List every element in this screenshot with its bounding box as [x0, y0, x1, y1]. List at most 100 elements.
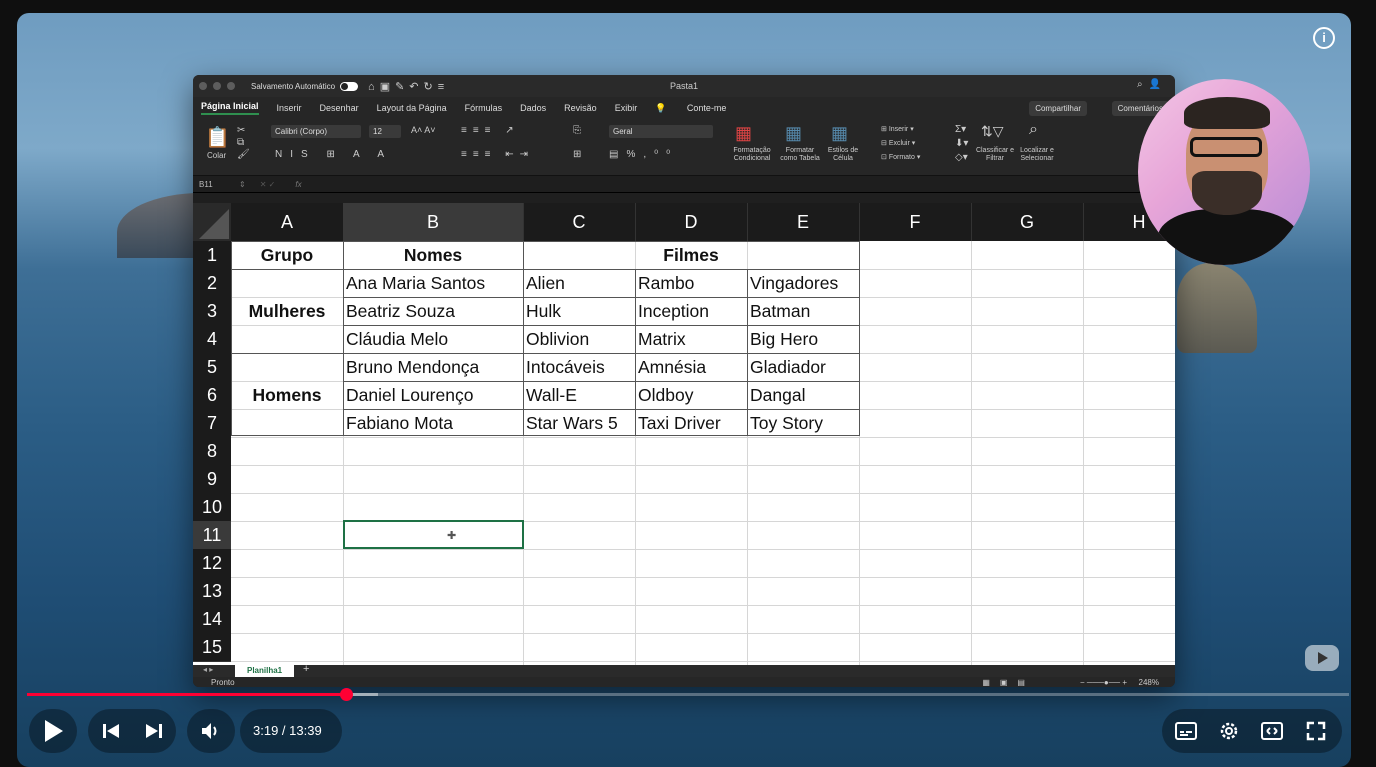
cell-c7[interactable]: Star Wars 5: [523, 409, 635, 437]
namebox-stepper-icon[interactable]: ⇕: [239, 180, 246, 189]
column-header-b[interactable]: B: [343, 203, 524, 241]
autosave-toggle[interactable]: [340, 81, 359, 91]
wrap-icon[interactable]: ⎘: [573, 125, 581, 136]
miniplayer-icon[interactable]: [1256, 709, 1288, 753]
video-frame[interactable]: i Salvamento Automático ⌂▣✎↶↻≡ Pasta1 ⌕👤…: [17, 13, 1351, 767]
cell-d6[interactable]: Oldboy: [635, 381, 747, 409]
row-header-9[interactable]: 9: [193, 465, 231, 494]
tab-inserir[interactable]: Inserir: [277, 103, 302, 113]
cell-c2[interactable]: Alien: [523, 269, 635, 297]
fx-icon[interactable]: fx: [295, 180, 301, 189]
cell-d2[interactable]: Rambo: [635, 269, 747, 297]
find-icon[interactable]: ⌕: [1029, 121, 1038, 139]
cell-e5[interactable]: Gladiador: [747, 353, 859, 381]
cell-a2-merged[interactable]: Mulheres: [231, 297, 343, 325]
row-header-12[interactable]: 12: [193, 549, 231, 578]
tab-desenhar[interactable]: Desenhar: [320, 103, 359, 113]
font-family-select[interactable]: Calibri (Corpo): [271, 125, 361, 138]
cell-c1-merged[interactable]: Filmes: [523, 241, 859, 269]
clipboard-tools-icon[interactable]: ✂ ⧉ 🖌: [237, 125, 250, 161]
conditional-format-icon[interactable]: ▦: [735, 123, 752, 144]
selected-cell-b11[interactable]: [343, 520, 524, 549]
cells-group[interactable]: ⊞ Inserir ▾ ⊟ Excluir ▾ ⊡ Formato ▾: [881, 123, 920, 165]
add-sheet-button[interactable]: +: [303, 663, 309, 675]
delete-cells-button[interactable]: ⊟ Excluir ▾: [881, 137, 920, 151]
row-header-10[interactable]: 10: [193, 493, 231, 522]
progress-bar[interactable]: [27, 688, 1349, 701]
tab-conte-me[interactable]: 💡 Conte-me: [655, 103, 744, 114]
search-icon[interactable]: ⌕👤: [1137, 79, 1167, 90]
font-style-icons[interactable]: NIS ⊞ A A: [275, 149, 392, 160]
indent-icons[interactable]: ≡≡≡ ⇤⇥: [461, 149, 534, 160]
next-icon[interactable]: [139, 709, 169, 753]
sheet-nav-icons[interactable]: ◂ ▸: [203, 665, 213, 674]
cell-a1[interactable]: Grupo: [231, 241, 343, 269]
row-header-13[interactable]: 13: [193, 577, 231, 606]
row-header-2[interactable]: 2: [193, 269, 231, 298]
merge-icon[interactable]: ⊞: [573, 149, 581, 160]
cell-e3[interactable]: Batman: [747, 297, 859, 325]
cell-b1[interactable]: Nomes: [343, 241, 523, 269]
settings-icon[interactable]: [1213, 709, 1245, 753]
row-header-8[interactable]: 8: [193, 437, 231, 466]
zoom-slider[interactable]: − ───●── +: [1080, 677, 1127, 687]
autosum-icon[interactable]: Σ▾ ⬇▾ ◇▾: [955, 123, 968, 165]
previous-icon[interactable]: [96, 709, 126, 753]
column-header-d[interactable]: D: [635, 203, 748, 241]
tab-revisao[interactable]: Revisão: [564, 103, 597, 113]
play-icon[interactable]: [29, 709, 77, 753]
format-table-icon[interactable]: ▦: [785, 123, 802, 144]
cell-b2[interactable]: Ana Maria Santos: [343, 269, 523, 297]
font-size-icons[interactable]: A˄ A˅: [411, 125, 436, 135]
subtitles-icon[interactable]: [1170, 709, 1202, 753]
select-all-corner[interactable]: [193, 203, 231, 241]
window-close-button[interactable]: [199, 82, 207, 90]
cell-e7[interactable]: Toy Story: [747, 409, 859, 437]
cell-d5[interactable]: Amnésia: [635, 353, 747, 381]
cell-d3[interactable]: Inception: [635, 297, 747, 325]
align-icons[interactable]: ≡≡≡ ↗: [461, 125, 520, 136]
cell-e4[interactable]: Big Hero: [747, 325, 859, 353]
tab-formulas[interactable]: Fórmulas: [465, 103, 503, 113]
cell-c6[interactable]: Wall-E: [523, 381, 635, 409]
tab-dados[interactable]: Dados: [520, 103, 546, 113]
tab-pagina-inicial[interactable]: Página Inicial: [201, 101, 259, 115]
row-header-11[interactable]: 11: [193, 521, 231, 550]
cell-e6[interactable]: Dangal: [747, 381, 859, 409]
fullscreen-icon[interactable]: [1300, 709, 1332, 753]
row-header-5[interactable]: 5: [193, 353, 231, 382]
name-box[interactable]: B11: [193, 180, 239, 189]
row-header-7[interactable]: 7: [193, 409, 231, 438]
window-minimize-button[interactable]: [213, 82, 221, 90]
tab-layout[interactable]: Layout da Página: [377, 103, 447, 113]
view-mode-icons[interactable]: ▦▣▤: [982, 677, 1035, 687]
column-header-a[interactable]: A: [231, 203, 344, 241]
share-button[interactable]: Compartilhar: [1029, 101, 1087, 116]
column-header-f[interactable]: F: [859, 203, 972, 241]
cell-c5[interactable]: Intocáveis: [523, 353, 635, 381]
cell-styles-icon[interactable]: ▦: [831, 123, 848, 144]
cell-d4[interactable]: Matrix: [635, 325, 747, 353]
sort-filter-icon[interactable]: ⇅▽: [981, 123, 1004, 140]
cell-a5-merged[interactable]: Homens: [231, 381, 343, 409]
quick-access-icons[interactable]: ⌂▣✎↶↻≡: [368, 80, 449, 93]
cell-c4[interactable]: Oblivion: [523, 325, 635, 353]
column-header-g[interactable]: G: [971, 203, 1084, 241]
sheet-tab-planilha1[interactable]: Planilha1: [235, 665, 295, 677]
cell-c3[interactable]: Hulk: [523, 297, 635, 325]
insert-cells-button[interactable]: ⊞ Inserir ▾: [881, 123, 920, 137]
volume-icon[interactable]: [187, 709, 235, 753]
row-header-4[interactable]: 4: [193, 325, 231, 354]
number-format-icons[interactable]: ▤%,⁰⁰: [609, 149, 678, 160]
row-header-3[interactable]: 3: [193, 297, 231, 326]
cell-b4[interactable]: Cláudia Melo: [343, 325, 523, 353]
row-header-14[interactable]: 14: [193, 605, 231, 634]
column-header-c[interactable]: C: [523, 203, 636, 241]
cell-b7[interactable]: Fabiano Mota: [343, 409, 523, 437]
progress-scrubber[interactable]: [339, 688, 353, 701]
format-cells-button[interactable]: ⊡ Formato ▾: [881, 151, 920, 165]
row-header-15[interactable]: 15: [193, 633, 231, 662]
tab-exibir[interactable]: Exibir: [615, 103, 638, 113]
spreadsheet-grid[interactable]: A B C D E F G H 1 2 3 4 5 6 7 8 9 10 11 12 13 14 15: [193, 203, 1175, 665]
column-header-e[interactable]: E: [747, 203, 860, 241]
